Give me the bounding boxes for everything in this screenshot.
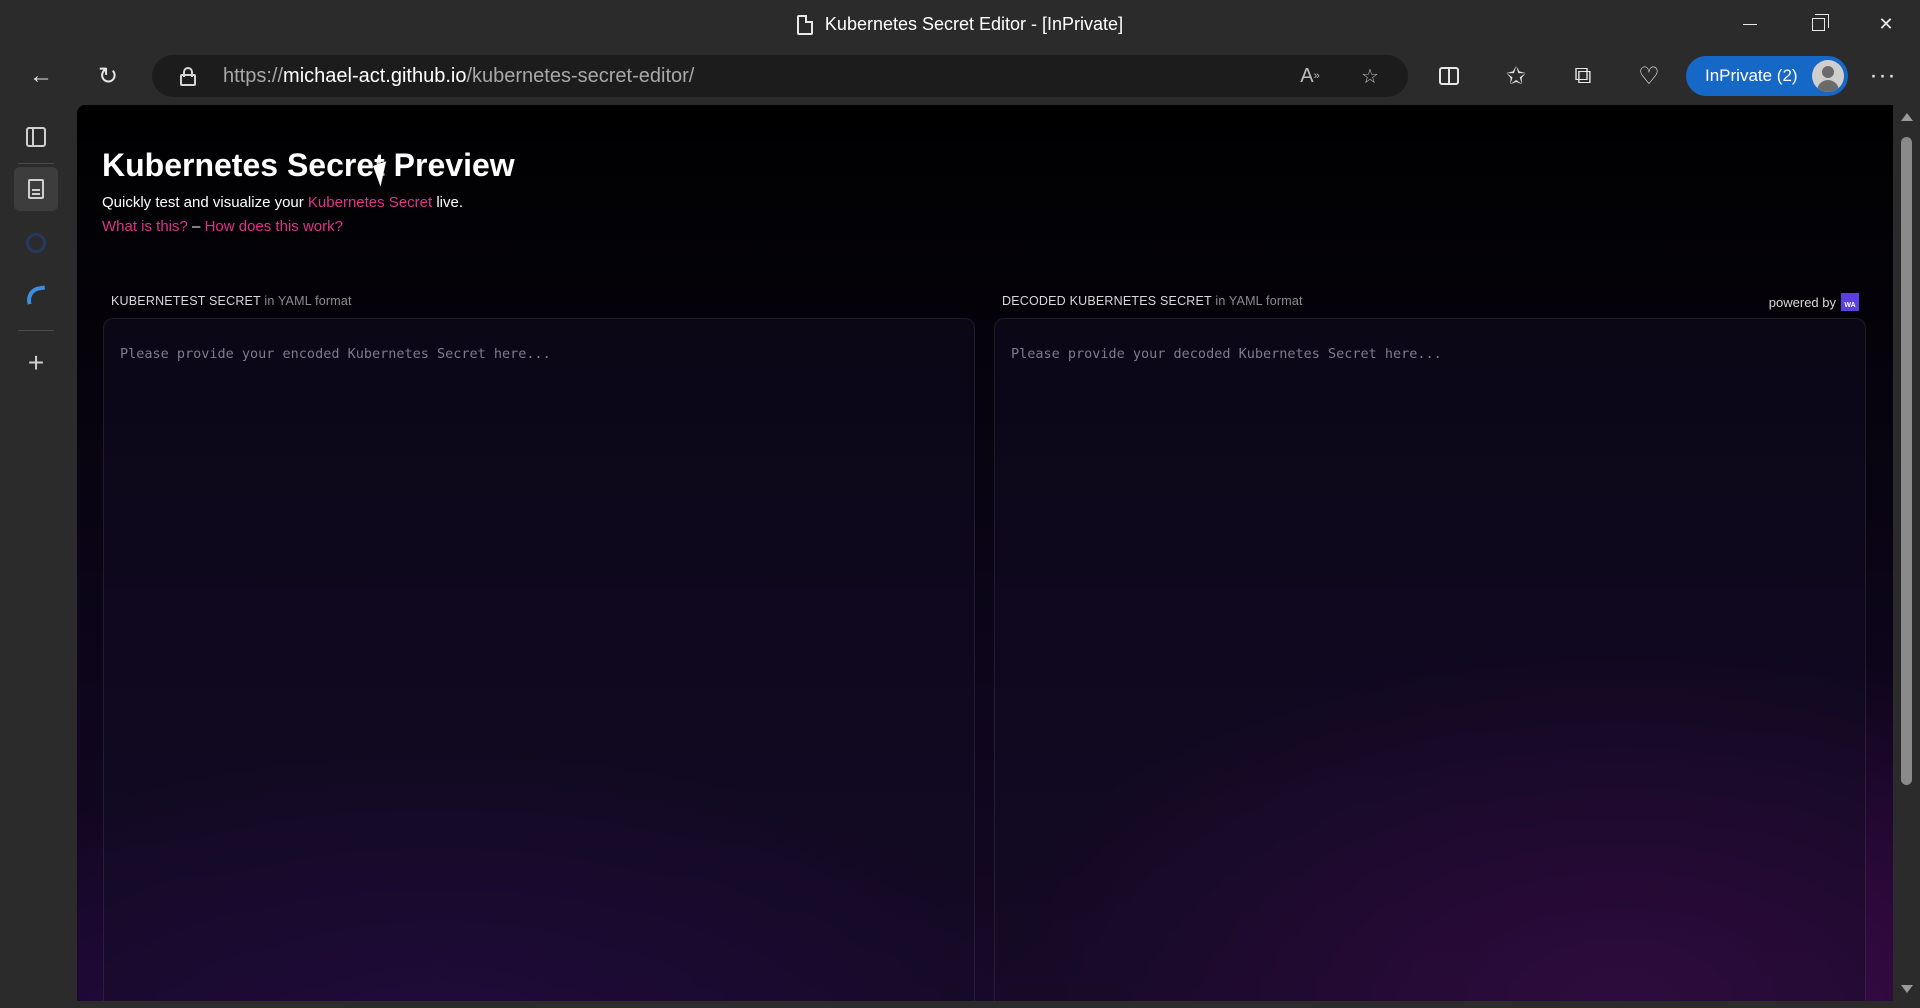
page-icon: [28, 179, 44, 199]
split-screen-icon: [1439, 67, 1459, 85]
collections-button[interactable]: ⧉: [1562, 55, 1604, 97]
close-button[interactable]: ✕: [1852, 0, 1920, 49]
encoded-panel-label: KUBERNETEST SECRET in YAML format: [111, 294, 352, 308]
powered-by[interactable]: powered by WA: [1769, 293, 1859, 311]
read-aloud-icon[interactable]: A»: [1294, 61, 1326, 91]
subtitle-suffix: live.: [432, 194, 464, 211]
page-document-icon: [796, 14, 813, 35]
new-tab-button[interactable]: +: [14, 341, 58, 385]
collections-icon: ⧉: [1574, 62, 1592, 89]
back-button[interactable]: ←: [20, 55, 62, 97]
kubernetes-secret-link[interactable]: Kubernetes Secret: [308, 194, 432, 211]
how-does-this-work-link[interactable]: How does this work?: [205, 218, 343, 235]
url-path: /kubernetes-secret-editor/: [466, 64, 695, 87]
decoded-secret-editor[interactable]: Please provide your decoded Kubernetes S…: [994, 318, 1866, 1001]
plus-icon: +: [27, 347, 45, 378]
inprivate-label: InPrivate (2): [1705, 66, 1798, 85]
what-is-this-link[interactable]: What is this?: [102, 218, 188, 235]
close-icon: ✕: [1878, 14, 1894, 34]
github-icon: [26, 233, 46, 253]
page-subtitle: Quickly test and visualize your Kubernet…: [102, 194, 463, 211]
page-viewport: Kubernetes Secret Preview Quickly test a…: [77, 105, 1893, 1001]
decoded-editor-placeholder: Please provide your decoded Kubernetes S…: [1011, 346, 1442, 362]
decoded-panel-title: DECODED KUBERNETES SECRET: [1002, 294, 1212, 308]
favorites-button[interactable]: ✩: [1495, 55, 1537, 97]
more-icon: ···: [1869, 62, 1897, 89]
browser-essentials-icon: ♡: [1638, 62, 1660, 90]
lock-icon[interactable]: [178, 66, 198, 86]
title-bar: Kubernetes Secret Editor - [InPrivate] ✕: [0, 0, 1920, 49]
scrollbar-thumb[interactable]: [1901, 137, 1912, 785]
tab-actions-icon: [26, 127, 46, 147]
window-title-text: Kubernetes Secret Editor - [InPrivate]: [824, 14, 1124, 34]
avatar: [1812, 60, 1844, 92]
browser-toolbar: ← ↻ https://michael-act.github.io/kubern…: [0, 49, 1920, 103]
decoded-panel-label: DECODED KUBERNETES SECRET in YAML format: [1002, 294, 1303, 308]
favorites-icon: ✩: [1505, 62, 1527, 90]
refresh-button[interactable]: ↻: [87, 55, 129, 97]
link-separator: –: [187, 218, 205, 235]
encoded-panel-title: KUBERNETEST SECRET: [111, 294, 261, 308]
inprivate-profile-button[interactable]: InPrivate (2): [1686, 56, 1848, 96]
encoded-secret-editor[interactable]: Please provide your encoded Kubernetes S…: [103, 318, 975, 1001]
favorite-star-icon[interactable]: ☆: [1354, 61, 1386, 91]
tab-actions-button[interactable]: [14, 115, 58, 159]
webassembly-logo-icon: WA: [1841, 293, 1859, 311]
help-links: What is this? – How does this work?: [102, 218, 343, 235]
browser-essentials-button[interactable]: ♡: [1628, 55, 1670, 97]
sidebar-tab-copilot[interactable]: [14, 273, 58, 317]
subtitle-text: Quickly test and visualize your: [102, 194, 308, 211]
sidebar-tab-current[interactable]: [14, 167, 58, 211]
vertical-sidebar: +: [0, 103, 77, 1008]
restore-button[interactable]: [1784, 0, 1852, 49]
restore-icon: [1811, 14, 1829, 31]
window-title: Kubernetes Secret Editor - [InPrivate]: [0, 0, 1920, 49]
sidebar-divider: [18, 163, 54, 164]
encoded-panel-format: in YAML format: [260, 294, 352, 308]
scroll-up-arrow-icon[interactable]: [1901, 113, 1913, 121]
minimize-icon: [1743, 23, 1757, 26]
scroll-down-arrow-icon[interactable]: [1901, 985, 1913, 993]
minimize-button[interactable]: [1716, 0, 1784, 49]
url-scheme: https://: [223, 64, 284, 87]
more-button[interactable]: ···: [1862, 55, 1904, 97]
address-bar[interactable]: https://michael-act.github.io/kubernetes…: [152, 55, 1408, 97]
url-host: michael-act.github.io: [283, 64, 467, 87]
url-text[interactable]: https://michael-act.github.io/kubernetes…: [223, 55, 694, 97]
sidebar-tab-github[interactable]: [14, 221, 58, 265]
decoded-panel-format: in YAML format: [1211, 294, 1303, 308]
page-title: Kubernetes Secret Preview: [102, 147, 515, 183]
edge-icon: [24, 285, 48, 305]
split-screen-button[interactable]: [1428, 55, 1470, 97]
refresh-icon: ↻: [97, 62, 119, 90]
powered-by-text: powered by: [1768, 294, 1836, 310]
page-scrollbar[interactable]: [1893, 105, 1920, 1001]
encoded-editor-placeholder: Please provide your encoded Kubernetes S…: [120, 346, 551, 362]
back-icon: ←: [29, 62, 53, 89]
sidebar-divider: [18, 330, 54, 331]
